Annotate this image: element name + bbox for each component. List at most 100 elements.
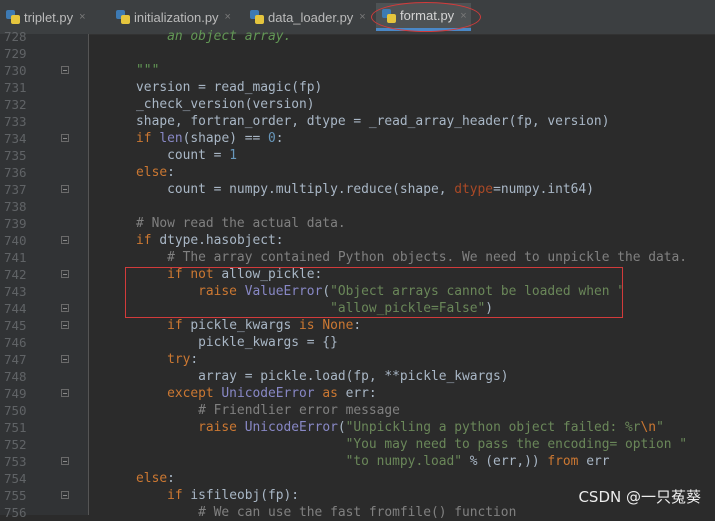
line-number: 735 <box>4 148 27 163</box>
code-text: pickle_kwargs = {} <box>105 334 338 351</box>
code-token: "Object arrays cannot be loaded when " <box>330 284 626 299</box>
code-line[interactable]: 754 else: <box>0 470 715 487</box>
code-token: \n <box>640 420 657 435</box>
line-number: 738 <box>4 199 27 214</box>
fold-marker-icon[interactable] <box>61 236 69 244</box>
fold-marker-icon[interactable] <box>61 355 69 363</box>
fold-marker-icon[interactable] <box>61 270 69 278</box>
code-token: ) <box>485 301 494 316</box>
code-text: raise ValueError("Object arrays cannot b… <box>105 283 625 300</box>
code-token: from <box>547 454 587 469</box>
code-token: is None <box>299 318 354 333</box>
fold-marker-icon[interactable] <box>61 321 69 329</box>
code-line[interactable]: 749 except UnicodeError as err: <box>0 385 715 402</box>
line-number: 736 <box>4 165 27 180</box>
close-icon[interactable]: × <box>359 11 365 23</box>
code-line[interactable]: 751 raise UnicodeError("Unpickling a pyt… <box>0 419 715 436</box>
python-file-icon <box>250 10 264 24</box>
tab-label: format.py <box>400 8 455 23</box>
fold-marker-icon[interactable] <box>61 457 69 465</box>
line-number: 728 <box>4 29 27 44</box>
code-line[interactable]: 753 "to numpy.load" % (err,)) from err <box>0 453 715 470</box>
line-number: 754 <box>4 471 27 486</box>
tab-triplet-py[interactable]: triplet.py × <box>0 3 86 31</box>
code-line[interactable]: 729 <box>0 45 715 62</box>
code-line[interactable]: 748 array = pickle.load(fp, **pickle_kwa… <box>0 368 715 385</box>
line-number: 733 <box>4 114 27 129</box>
code-line[interactable]: 733 shape, fortran_order, dtype = _read_… <box>0 113 715 130</box>
code-line[interactable]: 745 if pickle_kwargs is None: <box>0 317 715 334</box>
code-token: pickle_kwargs = {} <box>105 335 338 350</box>
code-line[interactable]: 747 try: <box>0 351 715 368</box>
code-text: if not allow_pickle: <box>105 266 322 283</box>
code-token: count = <box>105 148 230 163</box>
code-token: =numpy.int64) <box>493 182 594 197</box>
tab-data-loader-py[interactable]: data_loader.py × <box>244 3 366 31</box>
code-token: else <box>136 471 168 486</box>
code-token: dtype <box>454 182 494 197</box>
code-line[interactable]: 731 version = read_magic(fp) <box>0 79 715 96</box>
code-line[interactable]: 738 <box>0 198 715 215</box>
code-token: ValueError <box>244 284 323 299</box>
code-line[interactable]: 750 # Friendlier error message <box>0 402 715 419</box>
code-line[interactable]: 728 an object array. <box>0 28 715 45</box>
code-token: # The array contained Python objects. We… <box>105 250 688 265</box>
code-text: count = 1 <box>105 147 237 164</box>
code-line[interactable]: 730 """ <box>0 62 715 79</box>
code-line[interactable]: 742 if not allow_pickle: <box>0 266 715 283</box>
fold-marker-icon[interactable] <box>61 491 69 499</box>
code-token: # We can use the fast fromfile() functio… <box>105 505 517 520</box>
tab-initialization-py[interactable]: initialization.py × <box>110 3 231 31</box>
line-number: 750 <box>4 403 27 418</box>
code-token: if <box>136 131 160 146</box>
fold-marker-icon[interactable] <box>61 389 69 397</box>
fold-marker-icon[interactable] <box>61 185 69 193</box>
close-icon[interactable]: × <box>79 11 85 23</box>
line-number: 745 <box>4 318 27 333</box>
code-token: : <box>167 471 175 486</box>
code-token: try <box>167 352 191 367</box>
code-token: raise <box>198 420 245 435</box>
code-line[interactable]: 741 # The array contained Python objects… <box>0 249 715 266</box>
fold-marker-icon[interactable] <box>61 66 69 74</box>
code-line[interactable]: 743 raise ValueError("Object arrays cann… <box>0 283 715 300</box>
line-number: 752 <box>4 437 27 452</box>
code-token: " <box>656 420 664 435</box>
fold-marker-icon[interactable] <box>61 304 69 312</box>
fold-marker-icon[interactable] <box>61 134 69 142</box>
code-line[interactable]: 740 if dtype.hasobject: <box>0 232 715 249</box>
code-line[interactable]: 734 if len(shape) == 0: <box>0 130 715 147</box>
code-line[interactable]: 735 count = 1 <box>0 147 715 164</box>
code-line[interactable]: 732 _check_version(version) <box>0 96 715 113</box>
line-number: 756 <box>4 505 27 520</box>
close-icon[interactable]: × <box>460 10 466 22</box>
code-token: UnicodeError <box>244 420 338 435</box>
code-token: 1 <box>229 148 237 163</box>
close-icon[interactable]: × <box>225 11 231 23</box>
code-token: except <box>167 386 222 401</box>
code-line[interactable]: 739 # Now read the actual data. <box>0 215 715 232</box>
code-line[interactable]: 736 else: <box>0 164 715 181</box>
code-token: ( <box>322 284 331 299</box>
code-token: ( <box>337 420 346 435</box>
code-text: count = numpy.multiply.reduce(shape, dty… <box>105 181 594 198</box>
line-number: 753 <box>4 454 27 469</box>
code-line[interactable]: 737 count = numpy.multiply.reduce(shape,… <box>0 181 715 198</box>
line-number: 742 <box>4 267 27 282</box>
code-text: if isfileobj(fp): <box>105 487 299 504</box>
code-line[interactable]: 752 "You may need to pass the encoding= … <box>0 436 715 453</box>
line-number: 741 <box>4 250 27 265</box>
python-file-icon <box>116 10 130 24</box>
code-line[interactable]: 746 pickle_kwargs = {} <box>0 334 715 351</box>
code-line[interactable]: 744 "allow_pickle=False") <box>0 300 715 317</box>
code-text: except UnicodeError as err: <box>105 385 377 402</box>
code-text: """ <box>105 62 159 79</box>
tab-format-py[interactable]: format.py × <box>376 3 471 31</box>
code-token: "Unpickling a python object failed: %r <box>345 420 641 435</box>
code-text: raise UnicodeError("Unpickling a python … <box>105 419 664 436</box>
